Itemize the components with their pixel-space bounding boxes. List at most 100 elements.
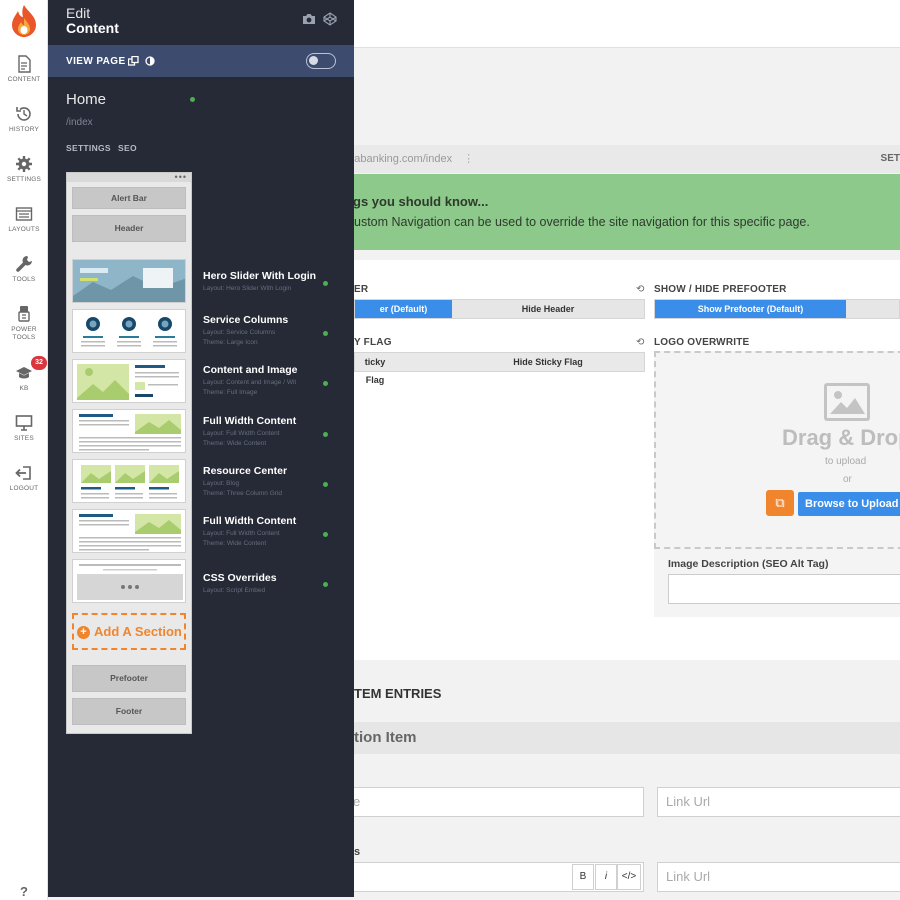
top-bar xyxy=(354,0,900,48)
link-url-input[interactable]: Link Url xyxy=(657,787,900,817)
power-tools-icon xyxy=(18,306,30,322)
page-path: /index xyxy=(66,117,93,128)
section-entry[interactable]: Full Width Content Layout: Full Width Co… xyxy=(203,415,333,447)
section-theme: Theme: Three Column Grid xyxy=(203,490,282,497)
section-entry[interactable]: Resource Center Layout: Blog Theme: Thre… xyxy=(203,465,333,497)
link-url-input[interactable]: Link Url xyxy=(657,862,900,892)
full-width-content-thumb-2[interactable] xyxy=(72,509,186,553)
section-layout: Layout: Script Embed xyxy=(203,587,266,594)
section-name: Content and Image xyxy=(203,364,298,376)
view-toggle[interactable] xyxy=(306,53,336,69)
hide-header-option[interactable]: Hide Header xyxy=(452,300,644,318)
image-description-input[interactable] xyxy=(668,574,900,604)
section-theme: Theme: Wide Content xyxy=(203,540,267,547)
flame-logo-icon[interactable] xyxy=(10,4,38,38)
rail-logout[interactable]: LOGOUT xyxy=(0,464,48,493)
show-prefooter-option[interactable]: Show Prefooter (Default) xyxy=(655,300,846,318)
image-description-label: Image Description (SEO Alt Tag) xyxy=(668,558,829,570)
browse-upload-button[interactable]: Browse to Upload xyxy=(798,492,900,516)
section-status-dot xyxy=(323,582,328,587)
media-library-icon[interactable]: ⧉ xyxy=(766,490,794,516)
settings-link[interactable]: SET xyxy=(881,145,900,173)
section-layout: Layout: Hero Slider With Login xyxy=(203,285,292,292)
wrench-icon xyxy=(16,256,32,272)
panel-title-edit: Edit xyxy=(66,5,91,21)
rail-content[interactable]: CONTENT xyxy=(0,55,48,84)
prefooter-block[interactable]: Prefooter xyxy=(72,665,186,692)
rail-settings[interactable]: SETTINGS xyxy=(0,155,48,184)
url-text: rgiabanking.com/index xyxy=(342,153,453,165)
section-entry[interactable]: Content and Image Layout: Content and Im… xyxy=(203,364,333,396)
contrast-icon[interactable] xyxy=(145,56,155,66)
alert-bar-block[interactable]: Alert Bar xyxy=(72,187,186,209)
tab-settings[interactable]: SETTINGS xyxy=(66,143,111,153)
section-name: Full Width Content xyxy=(203,415,297,427)
section-theme: Theme: Full Image xyxy=(203,389,258,396)
rail-sites[interactable]: SITES xyxy=(0,414,48,443)
kebab-icon[interactable]: ⋮ xyxy=(463,153,474,165)
hide-sticky-flag-option[interactable]: Hide Sticky Flag xyxy=(452,353,644,371)
logo-dropzone[interactable]: Drag & Drop to upload or ⧉ Browse to Upl… xyxy=(654,351,900,549)
header-block[interactable]: Header xyxy=(72,215,186,242)
section-layout: Layout: Content and Image / Wit xyxy=(203,379,297,386)
rail-label: KB xyxy=(19,385,29,392)
monitor-icon xyxy=(15,415,33,431)
rail-label: HISTORY xyxy=(8,126,40,133)
tab-seo[interactable]: SEO xyxy=(118,143,137,153)
reset-icon[interactable]: ⟲ xyxy=(636,337,644,348)
footer-block[interactable]: Footer xyxy=(72,698,186,725)
content-image-thumb[interactable] xyxy=(72,359,186,403)
help-icon[interactable]: ? xyxy=(0,884,48,899)
codepen-icon[interactable] xyxy=(323,12,337,26)
section-entry[interactable]: Hero Slider With Login Layout: Hero Slid… xyxy=(203,270,333,292)
entries-heading: TEM ENTRIES xyxy=(354,686,442,701)
minimap-header: ••• xyxy=(67,172,191,182)
rail-label: POWER TOOLS xyxy=(11,326,37,341)
section-status-dot xyxy=(323,432,328,437)
section-name: Resource Center xyxy=(203,465,288,477)
reset-icon[interactable]: ⟲ xyxy=(636,284,644,295)
show-sticky-flag-option[interactable]: ticky Flag xyxy=(355,353,395,385)
italic-button[interactable]: i xyxy=(595,864,617,890)
section-entry[interactable]: Service Columns Layout: Service Columns … xyxy=(203,314,333,346)
add-section-button[interactable]: + Add A Section xyxy=(72,613,186,650)
view-page-bar: VIEW PAGE xyxy=(48,45,354,77)
view-page-link[interactable]: VIEW PAGE xyxy=(66,56,126,67)
item-header-bar[interactable]: tion Item xyxy=(354,722,900,754)
hero-slider-thumb[interactable] xyxy=(72,259,186,303)
code-button[interactable]: </> xyxy=(617,864,641,890)
prefooter-toggle: Show Prefooter (Default) xyxy=(654,299,900,319)
rail-tools[interactable]: TOOLS xyxy=(0,255,48,284)
camera-icon[interactable] xyxy=(302,13,316,25)
css-overrides-thumb[interactable] xyxy=(72,559,186,603)
section-entry[interactable]: CSS Overrides Layout: Script Embed xyxy=(203,572,333,594)
layouts-icon xyxy=(15,207,33,221)
notice-title: gs you should know... xyxy=(353,194,489,209)
resource-center-thumb[interactable] xyxy=(72,459,186,503)
section-status-dot xyxy=(323,381,328,386)
bold-button[interactable]: B xyxy=(572,864,594,890)
toggle-knob xyxy=(309,56,318,65)
section-name: Hero Slider With Login xyxy=(203,270,317,282)
rail-label: SITES xyxy=(14,435,34,442)
logout-icon xyxy=(15,466,31,480)
image-icon xyxy=(824,383,870,421)
document-icon xyxy=(18,55,31,73)
service-columns-thumb[interactable] xyxy=(72,309,186,353)
section-entry[interactable]: Full Width Content Layout: Full Width Co… xyxy=(203,515,333,547)
section-status-dot xyxy=(323,482,328,487)
external-link-icon[interactable] xyxy=(128,56,139,66)
item-title: tion Item xyxy=(354,729,417,746)
rail-power-tools[interactable]: POWER TOOLS xyxy=(0,305,48,342)
full-width-content-thumb[interactable] xyxy=(72,409,186,453)
title-input[interactable]: e xyxy=(344,787,644,817)
show-header-option[interactable]: er (Default) xyxy=(355,300,452,318)
rail-layouts[interactable]: LAYOUTS xyxy=(0,205,48,234)
more-icon[interactable]: ••• xyxy=(175,172,187,182)
section-theme: Theme: Wide Content xyxy=(203,440,267,447)
rail-label: CONTENT xyxy=(7,76,41,83)
section-name: CSS Overrides xyxy=(203,572,277,584)
to-upload-text: to upload xyxy=(825,456,867,467)
add-section-label: Add A Section xyxy=(94,624,182,639)
rail-history[interactable]: HISTORY xyxy=(0,105,48,134)
